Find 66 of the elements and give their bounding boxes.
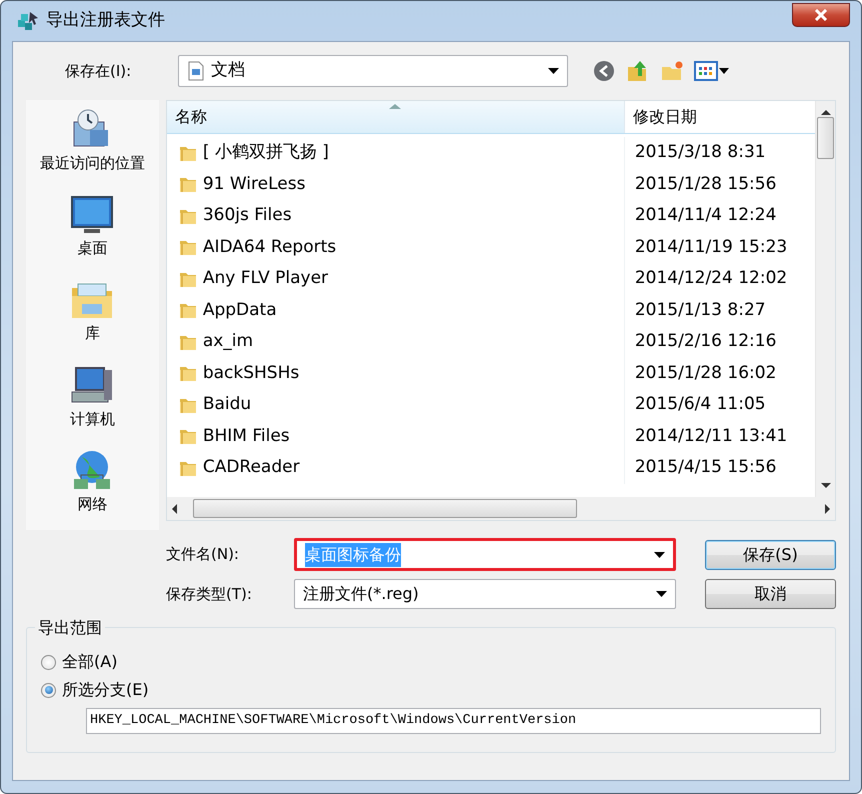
radio-option[interactable]: 全部(A) <box>41 648 821 676</box>
places-item[interactable]: 网络 <box>70 444 114 530</box>
radio-button[interactable] <box>41 682 56 698</box>
folder-icon <box>178 301 197 320</box>
places-item[interactable]: 桌面 <box>70 189 114 274</box>
file-name[interactable]: AppData <box>202 298 277 323</box>
radio-option[interactable]: 所选分支(E) <box>41 676 821 704</box>
file-name[interactable]: backSHSHs <box>202 360 300 386</box>
file-name[interactable]: ax_im <box>202 329 254 354</box>
view-menu-icon[interactable] <box>694 59 730 83</box>
folder-icon <box>178 427 197 446</box>
scroll-left-icon <box>170 504 177 514</box>
modified-date: 2014/12/24 12:02 <box>634 267 788 290</box>
modified-date: 2015/1/28 16:02 <box>634 362 776 384</box>
modified-date: 2015/1/28 15:56 <box>634 172 776 196</box>
file-type-dropdown[interactable]: 注册文件(*.reg) <box>294 579 676 609</box>
scroll-right-icon <box>825 504 831 514</box>
radio-button[interactable] <box>41 654 56 670</box>
registry-icon <box>16 10 40 32</box>
back-icon[interactable] <box>592 59 616 83</box>
monitor-icon <box>70 193 114 236</box>
places-item[interactable]: 最近访问的位置 <box>40 104 145 190</box>
folder-icon <box>178 364 197 382</box>
caret-icon <box>656 591 667 597</box>
places-item[interactable]: 计算机 <box>70 360 115 445</box>
file-name[interactable]: AIDA64 Reports <box>202 234 336 260</box>
modified-date: 2015/1/13 8:27 <box>634 298 766 322</box>
modified-date: 2015/6/4 11:05 <box>634 393 766 416</box>
file-name[interactable]: [ 小鹤双拼飞扬 ] <box>202 140 329 166</box>
caret-icon <box>654 552 665 558</box>
window-title: 导出注册表文件 <box>46 9 165 32</box>
folder-icon <box>178 238 197 256</box>
file-name[interactable]: CADReader <box>202 455 300 480</box>
file-name[interactable]: Baidu <box>202 392 252 418</box>
file-name[interactable]: BHIM Files <box>202 424 290 449</box>
scroll-down-icon <box>820 483 830 489</box>
folder-icon <box>178 175 197 194</box>
file-name-label: 文件名(N): <box>166 544 240 566</box>
document-icon <box>187 61 205 81</box>
branch-path-field[interactable]: HKEY_LOCAL_MACHINE\SOFTWARE\Microsoft\Windows\CurrentVersion <box>86 708 821 734</box>
dialog-button[interactable]: 取消 <box>705 579 836 609</box>
save-in-label: 保存在(I): <box>65 60 132 82</box>
sort-arrow-icon <box>388 103 401 110</box>
dialog-button[interactable]: 保存(S) <box>705 540 836 570</box>
file-name[interactable]: Any FLV Player <box>202 266 328 292</box>
new-folder-icon[interactable] <box>660 59 684 83</box>
save-type-label: 保存类型(T): <box>166 584 253 605</box>
file-name[interactable]: 91 WireLess <box>202 172 306 197</box>
caret-icon <box>548 68 559 74</box>
horizontal-scrollbar[interactable] <box>166 497 835 520</box>
close-button[interactable] <box>792 3 850 27</box>
column-header[interactable]: 名称 <box>166 101 625 133</box>
close-icon <box>814 9 828 21</box>
location-dropdown[interactable]: 文档 <box>178 55 568 87</box>
scroll-thumb[interactable] <box>192 499 577 518</box>
vertical-scrollbar[interactable] <box>815 101 835 497</box>
modified-date: 2014/12/11 13:41 <box>634 424 788 448</box>
modified-date: 2014/11/4 12:24 <box>634 204 776 227</box>
places-item[interactable]: 库 <box>70 274 114 360</box>
file-name[interactable]: 360js Files <box>202 203 292 228</box>
scroll-up-icon <box>820 109 830 115</box>
scroll-thumb[interactable] <box>817 117 834 159</box>
modified-date: 2015/2/16 12:16 <box>634 330 776 353</box>
modified-date: 2015/4/15 15:56 <box>634 456 776 479</box>
modified-date: 2014/11/19 15:23 <box>634 236 788 258</box>
modified-date: 2015/3/18 8:31 <box>634 141 766 164</box>
